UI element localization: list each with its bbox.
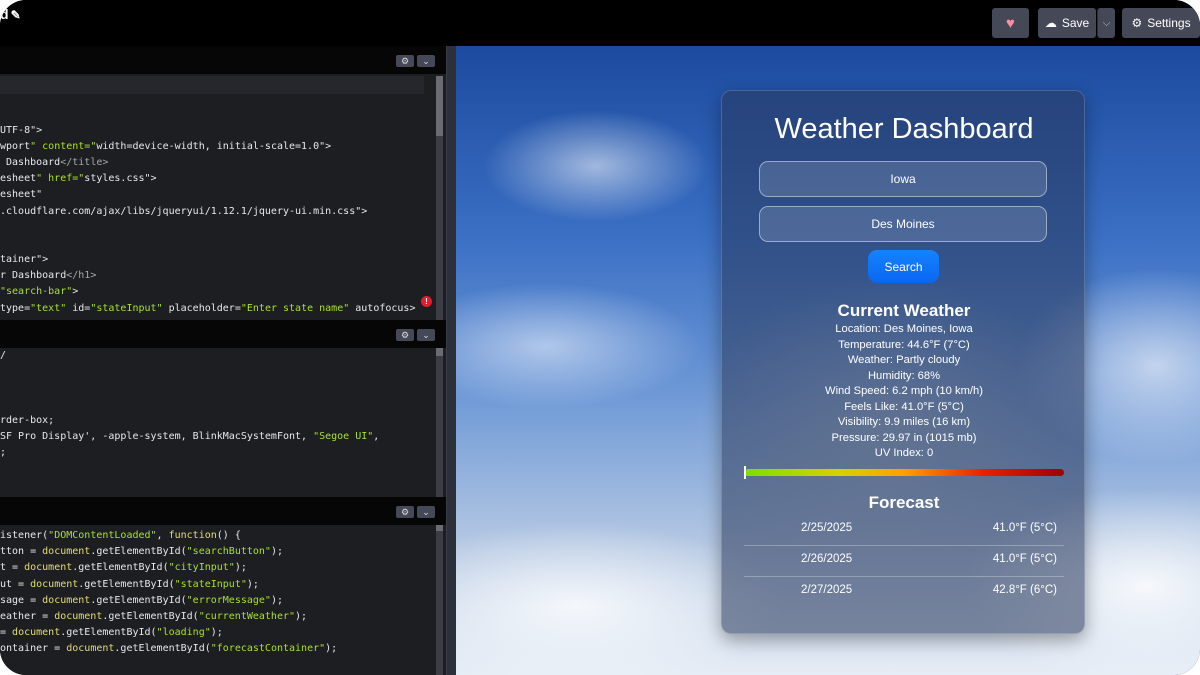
weather-dashboard-card: Weather Dashboard Search Current Weather… bbox=[721, 90, 1085, 634]
editor-panes: ⚙ ⌄ UTF-8"> wport" content="width=device-… bbox=[0, 46, 452, 675]
chevron-down-icon: ⌵ bbox=[1102, 17, 1111, 29]
code-line: tainer"> bbox=[0, 254, 49, 266]
pane-resize-handle[interactable] bbox=[446, 46, 456, 675]
cloud-icon: ☁ bbox=[1044, 16, 1057, 30]
js-editor-pane: ⚙ ⌄ istener("DOMContentLoaded", function… bbox=[0, 497, 446, 675]
forecast-temp: 41.0°F (5°C) bbox=[992, 522, 1057, 534]
pane-collapse-chevron-icon[interactable]: ⌄ bbox=[417, 329, 435, 341]
forecast-temp: 42.8°F (6°C) bbox=[992, 584, 1057, 596]
forecast-title: Forecast bbox=[868, 493, 940, 512]
city-input[interactable] bbox=[759, 206, 1047, 242]
pane-settings-gear-icon[interactable]: ⚙ bbox=[396, 329, 414, 341]
js-pane-header: ⚙ ⌄ bbox=[0, 497, 446, 525]
like-button[interactable]: ♥ bbox=[992, 8, 1029, 38]
top-bar: d ✎ ♥ ☁ Save ⌵ ⚙ Settings bbox=[0, 0, 1200, 46]
weather-detail-line: Feels Like: 41.0°F (5°C) bbox=[844, 400, 964, 413]
project-title[interactable]: d ✎ bbox=[0, 6, 21, 22]
weather-detail-line: Humidity: 68% bbox=[867, 369, 941, 382]
scroll-thumb[interactable] bbox=[436, 525, 443, 531]
css-pane-header: ⚙ ⌄ bbox=[0, 320, 446, 348]
settings-button[interactable]: ⚙ Settings bbox=[1122, 8, 1200, 38]
forecast-date: 2/27/2025 bbox=[801, 584, 853, 596]
gear-icon: ⚙ bbox=[1131, 16, 1143, 30]
code-line: r Dashboard</h1> bbox=[0, 270, 97, 282]
save-options-dropdown[interactable]: ⌵ bbox=[1097, 8, 1115, 38]
uv-index-bar bbox=[744, 466, 1064, 479]
settings-label: Settings bbox=[1147, 16, 1191, 30]
forecast-date: 2/25/2025 bbox=[801, 522, 853, 534]
code-line: eather = document.getElementById("curren… bbox=[0, 610, 308, 622]
code-line: istener("DOMContentLoaded", function() { bbox=[0, 530, 241, 541]
pane-settings-gear-icon[interactable]: ⚙ bbox=[396, 506, 414, 518]
weather-detail-line: Wind Speed: 6.2 mph (10 km/h) bbox=[825, 385, 983, 397]
html-scrollbar[interactable] bbox=[436, 76, 443, 320]
css-code-area[interactable]: / rder-box; SF Pro Display', -apple-system… bbox=[0, 348, 436, 461]
css-editor-pane: ⚙ ⌄ / rder-box; SF Pro Display', -apple-sy… bbox=[0, 320, 446, 497]
pane-collapse-chevron-icon[interactable]: ⌄ bbox=[417, 55, 435, 67]
scroll-thumb[interactable] bbox=[436, 76, 443, 136]
weather-detail-line: Location: Des Moines, Iowa bbox=[835, 323, 973, 335]
code-line: .cloudflare.com/ajax/libs/jqueryui/1.12.… bbox=[0, 205, 368, 217]
search-button[interactable]: Search bbox=[868, 250, 939, 283]
heart-icon: ♥ bbox=[1006, 14, 1015, 32]
weather-detail-line: Visibility: 9.9 miles (16 km) bbox=[837, 416, 971, 428]
scroll-thumb[interactable] bbox=[436, 348, 443, 356]
weather-detail-line: UV Index: 0 bbox=[874, 447, 934, 459]
forecast-date: 2/26/2025 bbox=[801, 553, 853, 565]
forecast-temp: 41.0°F (5°C) bbox=[992, 553, 1057, 565]
js-code-area[interactable]: istener("DOMContentLoaded", function() {… bbox=[0, 528, 436, 658]
code-line: ut = document.getElementById("stateInput… bbox=[0, 578, 259, 590]
preview-pane: Weather Dashboard Search Current Weather… bbox=[456, 46, 1200, 675]
code-line: sage = document.getElementById("errorMes… bbox=[0, 594, 283, 606]
forecast-row: 2/26/2025 41.0°F (5°C) bbox=[744, 545, 1064, 576]
code-line: ontainer = document.getElementById("fore… bbox=[0, 643, 338, 655]
html-code-area[interactable]: UTF-8"> wport" content="width=device-widt… bbox=[0, 74, 436, 317]
code-line: SF Pro Display', -apple-system, BlinkMac… bbox=[0, 430, 380, 442]
save-label: Save bbox=[1061, 16, 1090, 30]
code-line: UTF-8"> bbox=[0, 124, 43, 136]
state-input[interactable] bbox=[759, 161, 1047, 197]
html-pane-header: ⚙ ⌄ bbox=[0, 46, 446, 74]
pane-settings-gear-icon[interactable]: ⚙ bbox=[396, 55, 414, 67]
save-button[interactable]: ☁ Save bbox=[1038, 8, 1096, 38]
project-title-text: d bbox=[0, 6, 9, 22]
app-frame: d ✎ ♥ ☁ Save ⌵ ⚙ Settings ⚙ ⌄ UTF-8"> wport"… bbox=[0, 0, 1200, 675]
forecast-row: 2/25/2025 41.0°F (5°C) bbox=[744, 514, 1064, 545]
code-line: Dashboard</title> bbox=[0, 156, 109, 168]
code-line: rder-box; bbox=[0, 414, 55, 426]
weather-detail-line: Temperature: 44.6°F (7°C) bbox=[838, 338, 970, 351]
pane-collapse-chevron-icon[interactable]: ⌄ bbox=[417, 506, 435, 518]
code-line: esheet" href="styles.css"> bbox=[0, 173, 157, 185]
code-line: / bbox=[0, 350, 7, 361]
code-line: ; bbox=[0, 447, 7, 459]
code-line: "search-bar"> bbox=[0, 286, 79, 298]
weather-detail-line: Pressure: 29.97 in (1015 mb) bbox=[831, 431, 977, 444]
dashboard-title: Weather Dashboard bbox=[774, 113, 1034, 145]
code-line: esheet" bbox=[0, 189, 43, 201]
error-icon[interactable]: ! bbox=[421, 296, 432, 307]
code-line: t = document.getElementById("cityInput")… bbox=[0, 562, 247, 574]
edit-pencil-icon[interactable]: ✎ bbox=[11, 8, 21, 22]
js-scrollbar[interactable] bbox=[436, 525, 443, 675]
current-weather-title: Current Weather bbox=[837, 301, 971, 320]
html-editor-pane: ⚙ ⌄ UTF-8"> wport" content="width=device-… bbox=[0, 46, 446, 320]
code-line: tton = document.getElementById("searchBu… bbox=[0, 546, 283, 558]
code-line: = document.getElementById("loading"); bbox=[0, 627, 223, 639]
css-scrollbar[interactable] bbox=[436, 348, 443, 497]
uv-index-marker bbox=[744, 466, 746, 479]
code-line: type="text" id="stateInput" placeholder=… bbox=[0, 302, 416, 314]
forecast-row: 2/27/2025 42.8°F (6°C) bbox=[744, 576, 1064, 607]
code-line: wport" content="width=device-width, init… bbox=[0, 140, 332, 152]
weather-detail-line: Weather: Partly cloudy bbox=[847, 354, 961, 366]
